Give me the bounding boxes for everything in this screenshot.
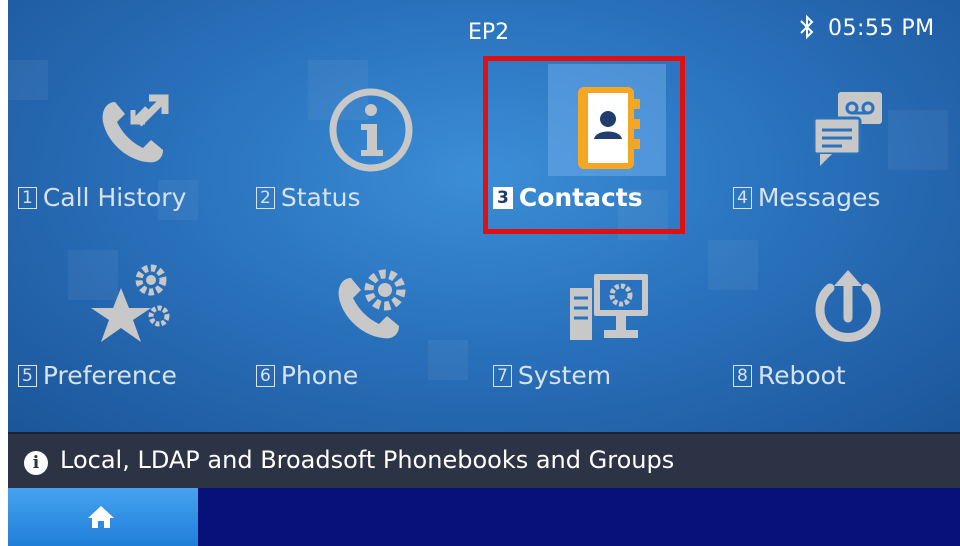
star-gears-icon [73,246,193,366]
app-label: 8 Reboot [733,361,960,390]
info-bar: i Local, LDAP and Broadsoft Phonebooks a… [8,432,960,490]
app-label: 1 Call History [18,183,248,212]
home-icon [88,506,114,528]
selection-frame [483,56,685,234]
app-label: 7 System [493,361,723,390]
voicemail-messages-icon [788,68,908,188]
app-number: 7 [493,365,512,387]
app-number: 2 [256,187,275,209]
app-number: 6 [256,365,275,387]
clock: 05:55 PM [828,16,935,41]
home-tab[interactable] [8,488,198,546]
app-number: 5 [18,365,37,387]
app-label: 6 Phone [256,361,486,390]
app-number: 8 [733,365,752,387]
bluetooth-icon [800,14,814,40]
app-label: 2 Status [256,183,486,212]
app-phone[interactable]: 6 Phone [256,246,486,416]
computer-gear-icon [548,246,668,366]
app-number: 4 [733,187,752,209]
app-title: Call History [42,183,187,212]
app-title: Messages [757,183,881,212]
info-icon: i [24,451,48,475]
app-label: 5 Preference [18,361,248,390]
app-call-history[interactable]: 1 Call History [18,68,248,238]
app-messages[interactable]: 4 Messages [733,68,960,238]
nav-bar [8,488,960,546]
info-circle-icon [311,68,431,188]
app-title: Phone [280,361,359,390]
call-history-icon [73,68,193,188]
app-label: 4 Messages [733,183,960,212]
app-number: 1 [18,187,37,209]
app-title: Reboot [757,361,846,390]
app-title: Status [280,183,361,212]
app-preference[interactable]: 5 Preference [18,246,248,416]
app-system[interactable]: 7 System [493,246,723,416]
power-reboot-icon [788,246,908,366]
app-title: System [517,361,612,390]
app-reboot[interactable]: 8 Reboot [733,246,960,416]
phone-gear-icon [311,246,431,366]
app-status[interactable]: 2 Status [256,68,486,238]
info-text: Local, LDAP and Broadsoft Phonebooks and… [60,446,675,474]
app-title: Preference [42,361,177,390]
phone-screen: EP2 05:55 PM 1 Call History 2 Status 3 C… [8,0,960,546]
device-title: EP2 [468,20,510,45]
status-bar: EP2 05:55 PM [8,0,960,60]
